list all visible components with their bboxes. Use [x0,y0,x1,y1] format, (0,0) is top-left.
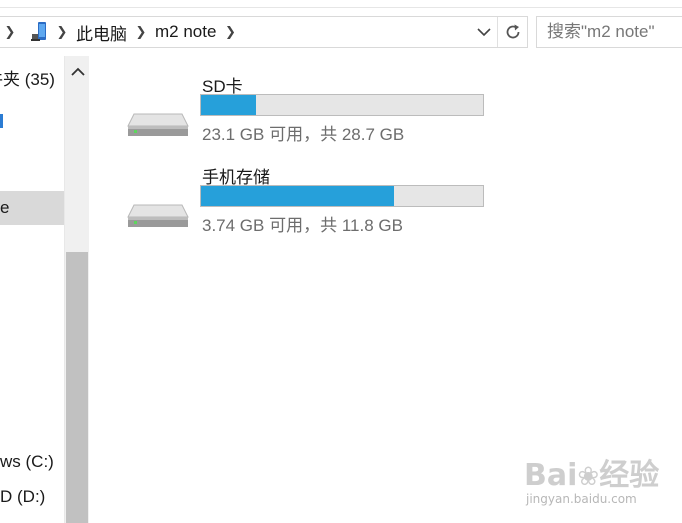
breadcrumb-m2-note[interactable]: m2 note [151,22,220,42]
drive-usage-bar [200,94,484,116]
chevron-right-icon[interactable]: ❯ [52,17,72,47]
navigation-pane[interactable]: 件夹 (35) e ws (C:) D (D:) [0,56,64,523]
search-input[interactable] [547,22,682,42]
phone-device-icon [26,17,52,47]
nav-item-drive-c[interactable]: ws (C:) [0,445,64,479]
window-top-strip [0,0,682,8]
drive-usage-fill [201,186,394,206]
nav-item-label: ws (C:) [0,452,54,471]
search-box[interactable] [536,16,682,48]
nav-item-folders[interactable]: 件夹 (35) [0,60,64,94]
refresh-icon [506,24,519,39]
chevron-down-icon [477,28,491,37]
chevron-right-icon[interactable]: ❯ [131,17,151,47]
drive-icon [127,204,189,227]
nav-item-label: 件夹 (35) [0,69,55,89]
watermark-url: jingyan.baidu.com [526,492,637,506]
scroll-up-button[interactable] [65,60,90,84]
chevron-right-icon[interactable]: ❯ [0,17,20,47]
refresh-button[interactable] [497,17,527,47]
nav-item-label: D (D:) [0,487,46,506]
chevron-right-icon[interactable]: ❯ [220,17,240,47]
drive-usage-bar [200,185,484,207]
drive-icon [127,113,189,136]
drive-space-info: 3.74 GB 可用，共 11.8 GB [202,216,403,235]
address-history-dropdown-button[interactable] [471,17,497,47]
drive-tile-phone-storage[interactable]: 手机存储 3.74 GB 可用，共 11.8 GB [120,161,500,241]
breadcrumb-this-pc[interactable]: 此电脑 [72,20,131,45]
nav-item-label: e [0,198,10,217]
pin-icon [0,114,3,128]
watermark-logo: Bai❀经验 [524,458,660,493]
baidu-jingyan-watermark: Bai❀经验 jingyan.baidu.com [520,448,680,518]
nav-pane-scrollbar[interactable] [64,56,89,523]
nav-item-drive-d[interactable]: D (D:) [0,480,64,514]
drive-tile-sd-card[interactable]: SD卡 23.1 GB 可用，共 28.7 GB [120,70,500,150]
chevron-up-icon [70,67,85,76]
scroll-thumb[interactable] [66,252,88,523]
nav-item-m2-note[interactable]: e [0,191,64,225]
drive-space-info: 23.1 GB 可用，共 28.7 GB [202,125,405,144]
address-bar[interactable]: ❯ ❯ 此电脑 ❯ m2 note ❯ [0,16,528,48]
drive-usage-fill [201,95,256,115]
